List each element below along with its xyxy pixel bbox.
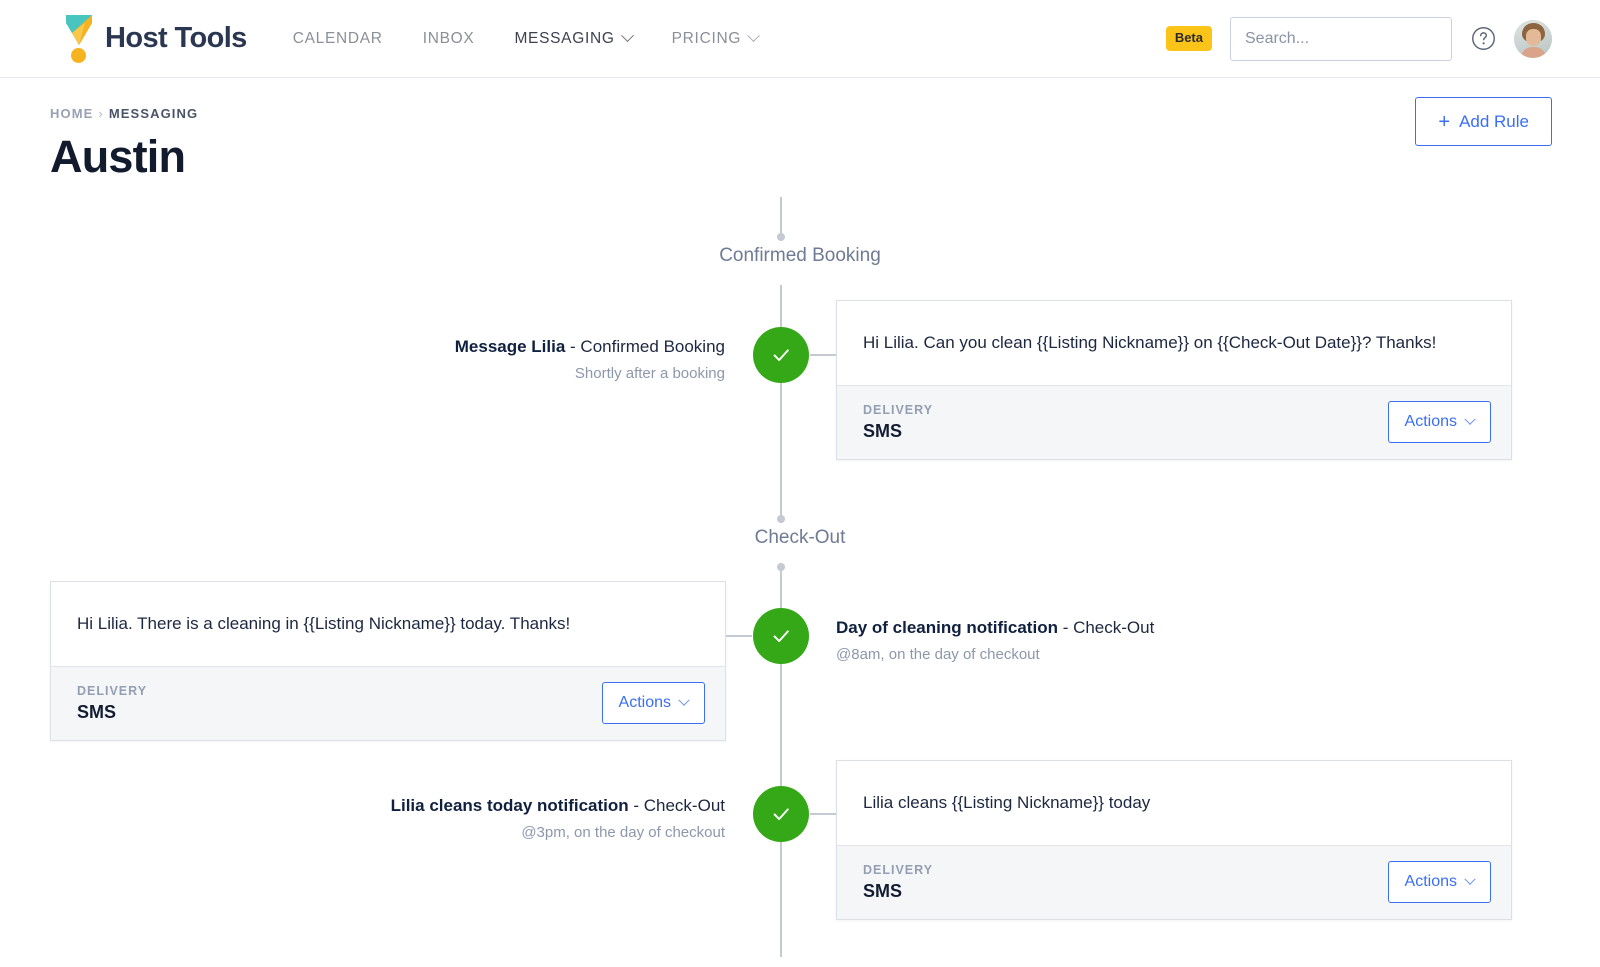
section-label-text: Check-Out [754,527,846,548]
delivery-value-2: SMS [77,701,117,722]
check-circle-icon [773,808,789,821]
chevron-down-icon [747,29,760,43]
actions-label-3: Actions [1404,873,1457,890]
rule-title-3: Lilia cleans today notification - Check-… [300,794,725,819]
breadcrumb: HOME › MESSAGING [50,106,1552,121]
rule-title-1: Message Lilia - Confirmed Booking [300,335,725,360]
breadcrumb-current: MESSAGING [108,106,199,121]
main-nav: CALENDAR INBOX MESSAGING PRICING [293,29,760,48]
add-rule-button[interactable]: + Add Rule [1415,97,1552,146]
header-actions: Beta [1165,16,1552,61]
rule-card-3[interactable]: Lilia cleans {{Listing Nickname}} today … [836,760,1512,920]
rule-timing-1: Shortly after a booking [574,364,725,382]
delivery-info-3: DELIVERY SMS [863,863,933,902]
delivery-value-1: SMS [863,420,903,441]
breadcrumb-home[interactable]: HOME [50,106,93,121]
chevron-down-icon [620,29,634,43]
rule-name-3: Lilia cleans today notification [390,796,629,815]
chevron-down-icon [678,694,690,706]
rule-card-footer-1: DELIVERY SMS Actions [837,385,1511,459]
timeline-line-cap [777,233,785,241]
messaging-timeline: Confirmed Booking Message Lilia - Confir… [0,197,1600,957]
help-button[interactable] [1470,26,1496,52]
timeline-line-cap [777,515,785,523]
nav-label-calendar: CALENDAR [292,29,383,47]
rule-dash-2: - [1057,618,1074,637]
actions-label-1: Actions [1404,413,1457,430]
rule-card-1[interactable]: Hi Lilia. Can you clean {{Listing Nickna… [836,300,1512,460]
rule-name-2: Day of cleaning notification [836,618,1058,637]
brand-logo[interactable]: Host Tools [66,14,247,63]
actions-button-3[interactable]: Actions [1387,861,1491,903]
rule-name-1: Message Lilia [454,337,566,356]
rule-title-2: Day of cleaning notification - Check-Out [836,616,1396,641]
delivery-value-3: SMS [863,880,903,901]
rule-status-node[interactable] [753,327,809,383]
host-tools-logo-icon [66,14,92,63]
timeline-line [780,842,782,957]
node-connector [726,635,752,637]
actions-label-2: Actions [618,694,671,711]
search-input[interactable] [1245,29,1452,48]
rule-timing-3: @3pm, on the day of checkout [521,823,725,841]
rule-status-node[interactable] [753,786,809,842]
delivery-label-1: DELIVERY [863,402,934,417]
rule-timing-2: @8am, on the day of checkout [836,645,1040,663]
timeline-line [780,197,782,237]
rule-label-1: Message Lilia - Confirmed Booking Shortl… [300,335,725,384]
delivery-info-2: DELIVERY SMS [77,684,147,723]
app-header: Host Tools CALENDAR INBOX MESSAGING PRIC… [0,0,1600,78]
rule-label-3: Lilia cleans today notification - Check-… [300,794,725,843]
rule-message-2: Hi Lilia. There is a cleaning in {{Listi… [77,614,571,634]
rule-card-2[interactable]: Hi Lilia. There is a cleaning in {{Listi… [50,581,726,741]
section-label-confirmed-booking: Confirmed Booking [0,245,1600,267]
beta-badge: Beta [1165,26,1212,51]
rule-label-2: Day of cleaning notification - Check-Out… [836,616,1396,665]
page-head: HOME › MESSAGING Austin + Add Rule [0,78,1600,183]
rule-trigger-1: Confirmed Booking [580,337,725,356]
rule-dash-3: - [628,796,644,815]
chevron-down-icon [1464,413,1476,425]
add-rule-label: Add Rule [1459,111,1529,131]
rule-trigger-2: Check-Out [1073,618,1155,637]
timeline-line [780,664,782,786]
rule-status-node[interactable] [753,608,809,664]
logo-dot-icon [71,47,86,63]
section-label-text: Confirmed Booking [719,245,881,266]
nav-label-inbox: INBOX [422,29,475,47]
actions-button-1[interactable]: Actions [1387,401,1491,443]
nav-item-messaging[interactable]: MESSAGING [514,29,634,48]
check-circle-icon [773,630,789,643]
breadcrumb-separator: › [98,106,104,121]
nav-item-pricing[interactable]: PRICING [671,29,760,48]
page-title: Austin [50,131,186,182]
rule-trigger-3: Check-Out [643,796,725,815]
delivery-info-1: DELIVERY SMS [863,403,933,442]
node-connector [810,354,836,356]
plus-icon: + [1438,110,1451,133]
delivery-label-3: DELIVERY [863,862,934,877]
search-box[interactable] [1230,16,1452,61]
brand-name: Host Tools [105,22,247,54]
avatar-face [1526,28,1541,46]
timeline-line-cap [777,563,785,571]
rule-message-1: Hi Lilia. Can you clean {{Listing Nickna… [863,333,1437,353]
node-connector [810,813,836,815]
rule-card-footer-2: DELIVERY SMS Actions [51,666,725,740]
rule-message-3: Lilia cleans {{Listing Nickname}} today [863,793,1151,813]
check-circle-icon [773,349,789,362]
avatar[interactable] [1514,19,1552,58]
nav-label-pricing: PRICING [671,29,742,47]
nav-label-messaging: MESSAGING [514,29,615,47]
chevron-down-icon [1464,873,1476,885]
nav-item-inbox[interactable]: INBOX [423,30,475,48]
rule-card-footer-3: DELIVERY SMS Actions [837,845,1511,919]
rule-dash-1: - [565,337,581,356]
delivery-label-2: DELIVERY [77,683,148,698]
actions-button-2[interactable]: Actions [601,682,705,724]
section-label-check-out: Check-Out [0,527,1600,549]
timeline-line [780,383,782,519]
nav-item-calendar[interactable]: CALENDAR [293,30,383,48]
question-circle-icon [1471,27,1495,50]
